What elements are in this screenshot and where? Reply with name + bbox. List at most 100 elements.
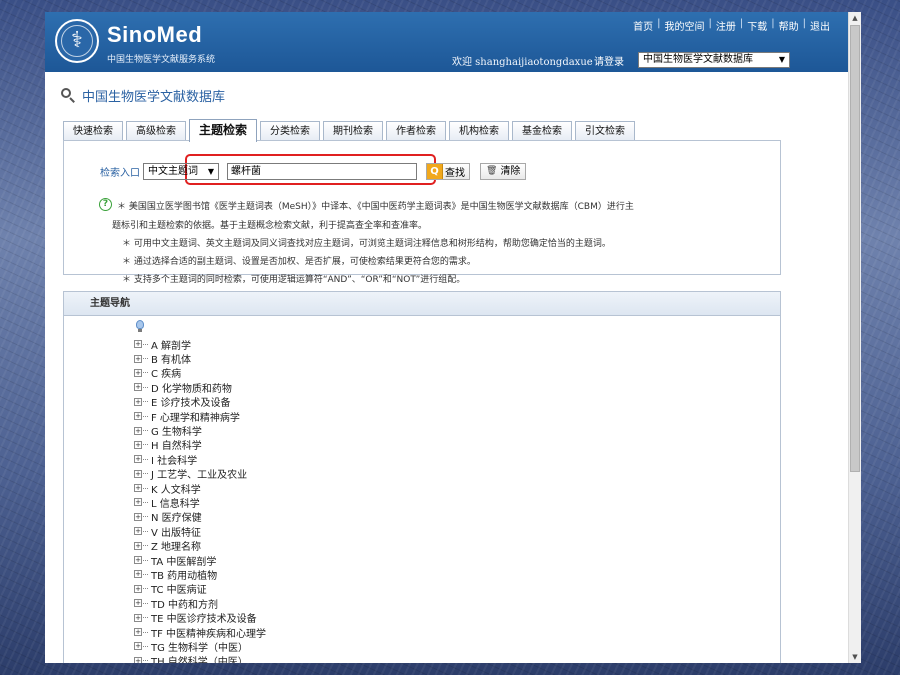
scroll-down-arrow-icon[interactable]: ▼ bbox=[849, 651, 861, 663]
tree-node-label[interactable]: A 解剖学 bbox=[151, 337, 191, 352]
tree-node-label[interactable]: K 人文科学 bbox=[151, 481, 201, 496]
tree-node-l[interactable]: + L 信息科学 bbox=[134, 495, 266, 510]
tree-node-c[interactable]: + C 疾病 bbox=[134, 366, 266, 380]
tree-node-label[interactable]: I 社会科学 bbox=[151, 452, 197, 467]
tree-node-label[interactable]: TE 中医诊疗技术及设备 bbox=[151, 610, 257, 625]
separator: | bbox=[802, 18, 806, 29]
clear-button[interactable]: 🗑 清除 bbox=[480, 163, 527, 180]
top-link-register[interactable]: 注册 bbox=[716, 18, 736, 33]
tree-node-f[interactable]: + F 心理学和精神病学 bbox=[134, 409, 266, 424]
search-field-select[interactable]: 中文主题词 ▼ bbox=[143, 163, 219, 180]
tree-node-label[interactable]: B 有机体 bbox=[151, 351, 191, 366]
find-button[interactable]: Q 查找 bbox=[426, 163, 470, 180]
subject-term-input[interactable]: 螺杆菌 bbox=[227, 163, 417, 180]
plus-box-icon[interactable]: + bbox=[134, 440, 142, 449]
plus-box-icon[interactable]: + bbox=[134, 484, 142, 493]
database-select[interactable]: 中国生物医学文献数据库 ▼ bbox=[638, 52, 790, 68]
tree-node-th[interactable]: + TH 自然科学（中医） bbox=[134, 654, 266, 663]
page-title-row: 中国生物医学文献数据库 bbox=[61, 86, 225, 105]
tree-node-td[interactable]: + TD 中药和方剂 bbox=[134, 596, 266, 611]
plus-box-icon[interactable]: + bbox=[134, 412, 142, 421]
plus-box-icon[interactable]: + bbox=[134, 599, 142, 608]
tree-node-label[interactable]: TC 中医病证 bbox=[151, 581, 207, 596]
tree-node-d[interactable]: + D 化学物质和药物 bbox=[134, 380, 266, 395]
tree-node-tg[interactable]: + TG 生物科学（中医） bbox=[134, 639, 266, 654]
tree-node-label[interactable]: L 信息科学 bbox=[151, 495, 200, 510]
plus-box-icon[interactable]: + bbox=[134, 642, 142, 651]
tab-advanced-search[interactable]: 高级检索 bbox=[126, 121, 186, 141]
tree-node-j[interactable]: + J 工艺学、工业及农业 bbox=[134, 467, 266, 481]
tree-node-label[interactable]: TG 生物科学（中医） bbox=[151, 639, 248, 654]
plus-box-icon[interactable]: + bbox=[134, 541, 142, 550]
top-link-home[interactable]: 首页 bbox=[633, 18, 653, 33]
plus-box-icon[interactable]: + bbox=[134, 426, 142, 435]
note-bullet: ＊ 通过选择合适的副主题词、设置是否加权、是否扩展，可使检索结果更符合您的需求。 bbox=[122, 257, 476, 267]
plus-box-icon[interactable]: + bbox=[134, 397, 142, 406]
top-link-download[interactable]: 下载 bbox=[747, 18, 767, 33]
tree-node-e[interactable]: + E 诊疗技术及设备 bbox=[134, 395, 266, 409]
plus-box-icon[interactable]: + bbox=[134, 498, 142, 507]
top-link-logout[interactable]: 退出 bbox=[810, 18, 830, 33]
tree-node-n[interactable]: + N 医疗保健 bbox=[134, 510, 266, 524]
tree-node-label[interactable]: E 诊疗技术及设备 bbox=[151, 394, 231, 409]
scrollbar-thumb[interactable] bbox=[850, 25, 860, 472]
plus-box-icon[interactable]: + bbox=[134, 383, 142, 392]
separator: | bbox=[708, 18, 712, 29]
tree-node-label[interactable]: N 医疗保健 bbox=[151, 509, 202, 524]
plus-box-icon[interactable]: + bbox=[134, 340, 142, 349]
tree-node-k[interactable]: + K 人文科学 bbox=[134, 481, 266, 496]
tab-institution-search[interactable]: 机构检索 bbox=[449, 121, 510, 141]
plus-box-icon[interactable]: + bbox=[134, 613, 142, 622]
login-link[interactable]: 请登录 bbox=[594, 53, 624, 68]
tree-node-te[interactable]: + TE 中医诊疗技术及设备 bbox=[134, 610, 266, 625]
tree-node-label[interactable]: F 心理学和精神病学 bbox=[151, 409, 240, 424]
tree-node-a[interactable]: + A 解剖学 bbox=[134, 337, 266, 352]
tree-node-h[interactable]: + H 自然科学 bbox=[134, 438, 266, 452]
plus-box-icon[interactable]: + bbox=[134, 455, 142, 464]
tree-node-tc[interactable]: + TC 中医病证 bbox=[134, 582, 266, 596]
plus-box-icon[interactable]: + bbox=[134, 469, 142, 478]
plus-box-icon[interactable]: + bbox=[134, 628, 142, 636]
tab-author-search[interactable]: 作者检索 bbox=[386, 121, 447, 141]
tree-node-label[interactable]: TD 中药和方剂 bbox=[151, 596, 218, 611]
tree-node-tf[interactable]: + TF 中医精神疾病和心理学 bbox=[134, 625, 266, 640]
help-icon[interactable]: ? bbox=[99, 198, 112, 211]
browser-window: ⚕ SinoMed 中国生物医学文献服务系统 首页 | 我的空间 | 注册 | 下载 |… bbox=[45, 12, 861, 663]
top-link-help[interactable]: 帮助 bbox=[779, 18, 799, 33]
plus-box-icon[interactable]: + bbox=[134, 354, 142, 363]
plus-box-icon[interactable]: + bbox=[134, 512, 142, 521]
plus-box-icon[interactable]: + bbox=[134, 368, 142, 377]
tree-node-label[interactable]: Z 地理名称 bbox=[151, 538, 201, 553]
scroll-up-arrow-icon[interactable]: ▲ bbox=[849, 12, 861, 24]
plus-box-icon[interactable]: + bbox=[134, 556, 142, 565]
tree-node-b[interactable]: + B 有机体 bbox=[134, 351, 266, 366]
plus-box-icon[interactable]: + bbox=[134, 584, 142, 593]
tree-node-label[interactable]: TF 中医精神疾病和心理学 bbox=[151, 625, 266, 640]
top-link-my-space[interactable]: 我的空间 bbox=[665, 18, 705, 33]
tab-subject-search[interactable]: 主题检索 bbox=[189, 119, 258, 142]
tab-quick-search[interactable]: 快速检索 bbox=[63, 121, 123, 141]
tree-node-label[interactable]: J 工艺学、工业及农业 bbox=[151, 466, 247, 481]
tree-node-z[interactable]: + Z 地理名称 bbox=[134, 538, 266, 553]
plus-box-icon[interactable]: + bbox=[134, 570, 142, 579]
tab-classification-search[interactable]: 分类检索 bbox=[260, 121, 321, 141]
tree-node-label[interactable]: G 生物科学 bbox=[151, 423, 202, 438]
tab-citation-search[interactable]: 引文检索 bbox=[575, 121, 636, 141]
plus-box-icon[interactable]: + bbox=[134, 656, 142, 663]
tree-node-label[interactable]: TH 自然科学（中医） bbox=[151, 653, 248, 663]
tree-node-label[interactable]: TB 药用动植物 bbox=[151, 567, 217, 582]
plus-box-icon[interactable]: + bbox=[134, 527, 142, 536]
tree-node-v[interactable]: + V 出版特征 bbox=[134, 524, 266, 539]
tree-node-ta[interactable]: + TA 中医解剖学 bbox=[134, 553, 266, 568]
tree-node-label[interactable]: TA 中医解剖学 bbox=[151, 553, 216, 568]
tree-node-label[interactable]: H 自然科学 bbox=[151, 437, 202, 452]
tree-node-label[interactable]: V 出版特征 bbox=[151, 524, 201, 539]
tab-fund-search[interactable]: 基金检索 bbox=[512, 121, 573, 141]
tree-node-label[interactable]: D 化学物质和药物 bbox=[151, 380, 232, 395]
vertical-scrollbar[interactable]: ▲ ▼ bbox=[848, 12, 861, 663]
tree-node-i[interactable]: + I 社会科学 bbox=[134, 452, 266, 467]
tree-node-label[interactable]: C 疾病 bbox=[151, 365, 181, 380]
tree-node-tb[interactable]: + TB 药用动植物 bbox=[134, 567, 266, 582]
tab-journal-search[interactable]: 期刊检索 bbox=[323, 121, 384, 141]
tree-node-g[interactable]: + G 生物科学 bbox=[134, 423, 266, 438]
